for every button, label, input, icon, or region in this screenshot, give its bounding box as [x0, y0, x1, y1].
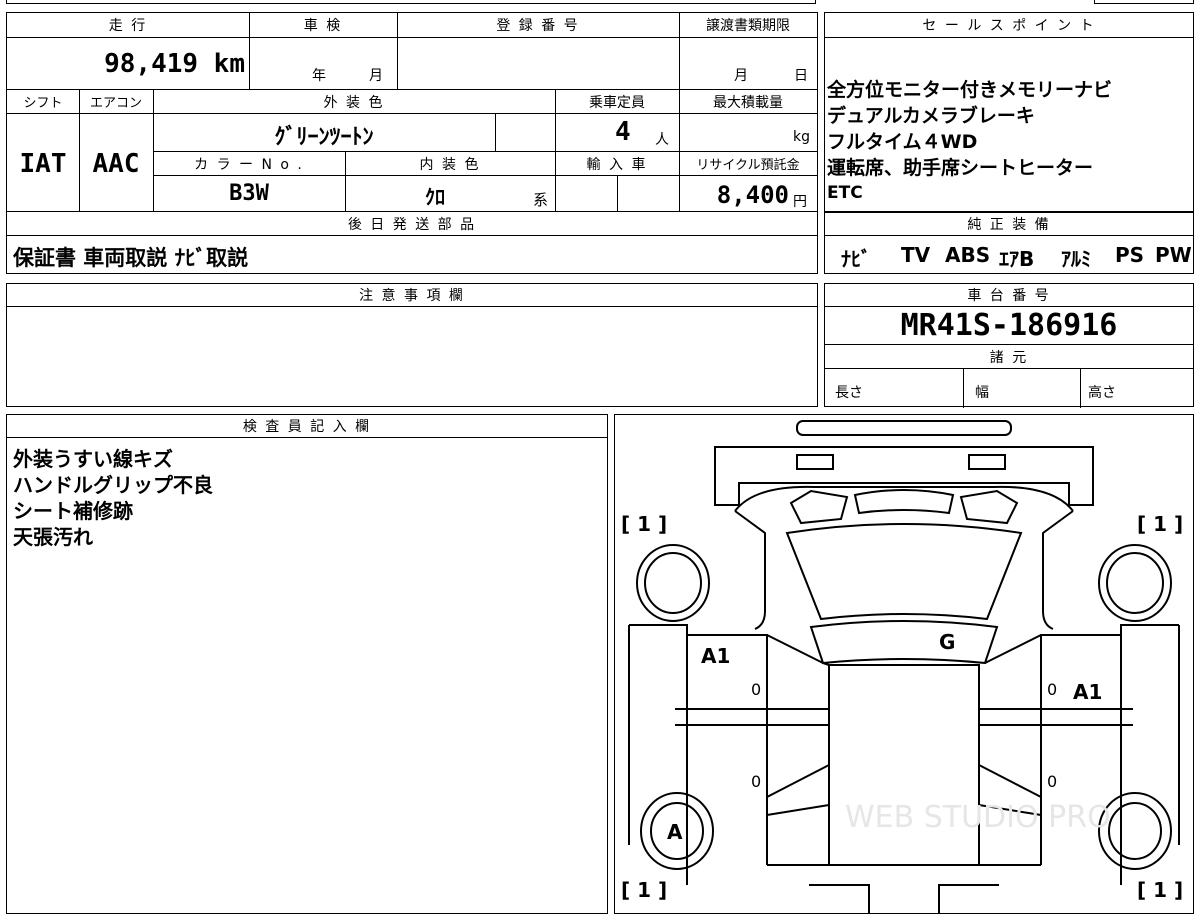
- interior-color-suffix: 系: [533, 191, 549, 209]
- zero-mark-3: 0: [751, 772, 761, 791]
- inspector-note-3: シート補修跡: [13, 499, 133, 523]
- equipment-ps: PS: [1115, 243, 1145, 267]
- info-table: 走 行 車 検 登 録 番 号 譲渡書類期限 98,419 km 年 月 月 日…: [6, 12, 818, 274]
- inspector-note-4: 天張汚れ: [13, 525, 93, 549]
- sales-point-2: デュアルカメラブレーキ: [827, 105, 1035, 127]
- equipment-box: 純 正 装 備 ﾅﾋﾞ TV ABS ｴｱB ｱﾙﾐ PS PW: [824, 212, 1194, 274]
- inspector-label: 検 査 員 記 入 欄: [242, 419, 372, 435]
- equipment-alumi: ｱﾙﾐ: [1061, 247, 1091, 271]
- color-no-value: B3W: [229, 181, 269, 206]
- zero-mark-1: 0: [751, 680, 761, 699]
- notes-label: 注 意 事 項 欄: [359, 288, 465, 304]
- equipment-airbag: ｴｱB: [999, 247, 1035, 271]
- dimensions-label: 諸 元: [989, 350, 1029, 366]
- damage-mark-right-door: A1: [1073, 680, 1102, 704]
- damage-mark-front-wheel: A: [667, 820, 683, 844]
- max-load-unit: kg: [793, 129, 810, 145]
- sales-points-label: セ ー ル ス ポ イ ン ト: [922, 18, 1096, 34]
- tire-mark-front-right: [ 1 ]: [1137, 878, 1183, 902]
- shaken-year: 年: [312, 68, 326, 84]
- mileage-value: 98,419 km: [104, 49, 245, 79]
- inspector-box: 検 査 員 記 入 欄 外装うすい線キズ ハンドルグリップ不良 シート補修跡 天…: [6, 414, 608, 914]
- aircon-label: エアコン: [89, 96, 142, 111]
- aircon-value: AAC: [92, 149, 140, 179]
- damage-mark-roof: G: [939, 630, 955, 654]
- watermark: WEB STUDIO PRO: [845, 800, 1111, 835]
- notes-box: 注 意 事 項 欄: [6, 283, 818, 407]
- equipment-tv: TV: [901, 243, 931, 267]
- inspector-note-2: ハンドルグリップ不良: [13, 473, 213, 497]
- mileage-label: 走 行: [108, 18, 148, 34]
- capacity-label: 乗車定員: [589, 95, 645, 111]
- later-parts-value: 保証書 車両取説 ﾅﾋﾞ取説: [13, 246, 249, 270]
- zero-mark-2: 0: [1047, 680, 1057, 699]
- color-no-label: カ ラ ー N o .: [194, 157, 304, 173]
- sales-point-1: 全方位モニター付きメモリーナビ: [827, 79, 1113, 101]
- sales-point-4: 運転席、助手席シートヒーター: [827, 157, 1094, 179]
- shift-label: シフト: [23, 96, 63, 111]
- inspector-note-1: 外装うすい線キズ: [13, 447, 173, 471]
- import-label: 輸 入 車: [586, 157, 648, 173]
- chassis-number: MR41S-186916: [900, 308, 1118, 343]
- deadline-month: 月: [734, 68, 748, 84]
- shaken-label: 車 検: [303, 18, 343, 34]
- dimension-length-label: 長さ: [835, 385, 863, 401]
- dimension-height-label: 高さ: [1088, 385, 1116, 401]
- tire-mark-rear-left: [ 1 ]: [621, 512, 667, 536]
- damage-mark-left-door: A1: [701, 644, 730, 668]
- zero-mark-4: 0: [1047, 772, 1057, 791]
- sales-point-5: ETC: [827, 183, 863, 203]
- equipment-navi: ﾅﾋﾞ: [841, 247, 871, 271]
- dimension-width-label: 幅: [975, 385, 989, 401]
- sales-point-3: フルタイム４WD: [827, 131, 978, 153]
- equipment-label: 純 正 装 備: [967, 217, 1051, 233]
- tire-mark-rear-right: [ 1 ]: [1137, 512, 1183, 536]
- deadline-day: 日: [794, 68, 808, 84]
- interior-color-value: ｸﾛ: [425, 185, 445, 209]
- car-diagram-box: [ 1 ] [ 1 ] [ 1 ] [ 1 ] A1 A1 G A 0 0 0 …: [614, 414, 1194, 914]
- registration-label: 登 録 番 号: [496, 18, 580, 34]
- shift-value: IAT: [19, 149, 67, 179]
- car-diagram: [ 1 ] [ 1 ] [ 1 ] [ 1 ] A1 A1 G A 0 0 0 …: [621, 420, 1183, 913]
- top-cutoff-right: [1094, 0, 1194, 4]
- chassis-box: 車 台 番 号 MR41S-186916 諸 元 長さ 幅 高さ: [824, 283, 1194, 408]
- tire-mark-front-left: [ 1 ]: [621, 878, 667, 902]
- interior-color-label: 内 装 色: [419, 157, 481, 173]
- recycle-value: 8,400: [716, 181, 789, 209]
- exterior-color-value: ｸﾞﾘｰﾝﾂｰﾄﾝ: [274, 125, 374, 150]
- max-load-label: 最大積載量: [713, 95, 783, 111]
- top-cutoff-row: [6, 0, 816, 4]
- equipment-abs: ABS: [945, 243, 991, 267]
- capacity-unit: 人: [655, 132, 669, 148]
- recycle-label: リサイクル預託金: [696, 158, 800, 173]
- deadline-label: 譲渡書類期限: [706, 18, 790, 34]
- recycle-unit: 円: [793, 194, 807, 210]
- exterior-color-label: 外 装 色: [323, 95, 385, 111]
- later-parts-label: 後 日 発 送 部 品: [347, 217, 477, 233]
- equipment-pw: PW: [1155, 243, 1192, 267]
- sales-points-box: セ ー ル ス ポ イ ン ト 全方位モニター付きメモリーナビ デュアルカメラブ…: [824, 12, 1194, 212]
- shaken-month: 月: [369, 68, 383, 84]
- capacity-value: 4: [615, 117, 631, 147]
- chassis-label: 車 台 番 号: [967, 288, 1051, 304]
